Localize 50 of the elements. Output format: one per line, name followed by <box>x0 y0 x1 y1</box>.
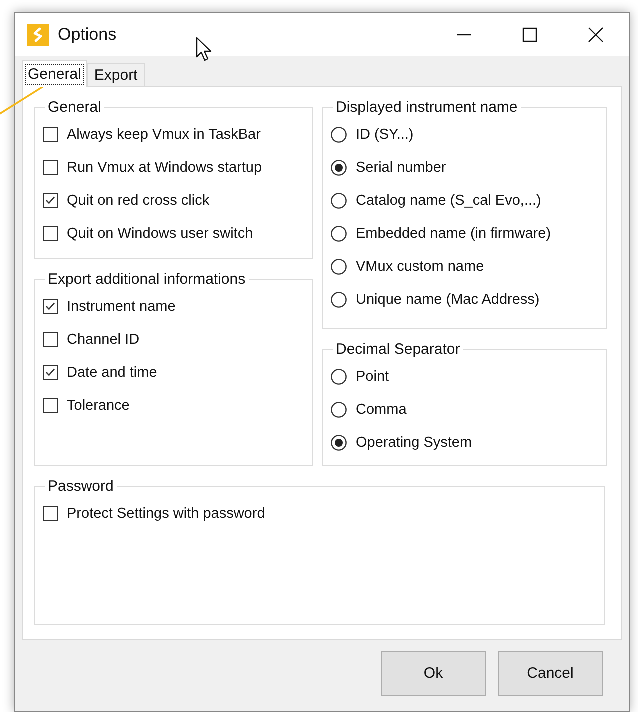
option-label: Always keep Vmux in TaskBar <box>67 126 261 142</box>
option-label: Catalog name (S_cal Evo,...) <box>356 192 542 208</box>
radio-button[interactable] <box>331 402 347 418</box>
checkbox[interactable] <box>43 226 58 241</box>
radio-button[interactable] <box>331 192 347 208</box>
minimize-icon <box>457 34 471 36</box>
radio-button[interactable] <box>331 126 347 142</box>
checkbox[interactable] <box>43 332 58 347</box>
radio-button[interactable] <box>331 434 347 450</box>
option-label: Tolerance <box>67 398 130 414</box>
option-label: Instrument name <box>67 298 176 314</box>
radio-button[interactable] <box>331 368 347 384</box>
option-label: Quit on Windows user switch <box>67 226 254 242</box>
window-title: Options <box>58 24 118 44</box>
group-title: Decimal Separator <box>335 341 462 358</box>
checkbox[interactable] <box>43 160 58 175</box>
checkbox[interactable] <box>43 299 58 314</box>
radio-button[interactable] <box>331 292 347 308</box>
option-label: VMux custom name <box>356 258 484 274</box>
group-title: Password <box>47 478 115 495</box>
tab[interactable]: General <box>22 60 88 87</box>
option-label: Date and time <box>67 364 158 380</box>
checkbox[interactable] <box>43 506 58 521</box>
option-label: Embedded name (in firmware) <box>356 226 552 242</box>
dialog-button[interactable]: Cancel <box>498 651 603 696</box>
checkbox[interactable] <box>43 193 58 208</box>
group-title: General <box>47 99 102 116</box>
app-icon <box>27 24 49 46</box>
group-title: Export additional informations <box>47 271 247 288</box>
group-title: Displayed instrument name <box>335 99 519 116</box>
maximize-icon <box>522 26 538 42</box>
option-label: ID (SY...) <box>356 126 414 142</box>
option-label: Unique name (Mac Address) <box>356 292 540 308</box>
radio-button[interactable] <box>331 258 347 274</box>
checkbox[interactable] <box>43 365 58 380</box>
option-label: Run Vmux at Windows startup <box>67 160 262 176</box>
tab[interactable]: Export <box>87 63 145 86</box>
option-label: Channel ID <box>67 332 140 348</box>
dialog-button[interactable]: Ok <box>381 651 486 696</box>
radio-button[interactable] <box>331 226 347 242</box>
radio-button[interactable] <box>331 160 347 176</box>
option-label: Quit on red cross click <box>67 192 210 208</box>
checkbox[interactable] <box>43 127 58 142</box>
close-icon <box>588 26 604 42</box>
option-label: Point <box>356 368 390 384</box>
option-label: Comma <box>356 402 407 418</box>
option-label: Operating System <box>356 434 472 450</box>
checkbox[interactable] <box>43 398 58 413</box>
option-label: Serial number <box>356 160 446 176</box>
option-label: Protect Settings with password <box>67 506 266 522</box>
